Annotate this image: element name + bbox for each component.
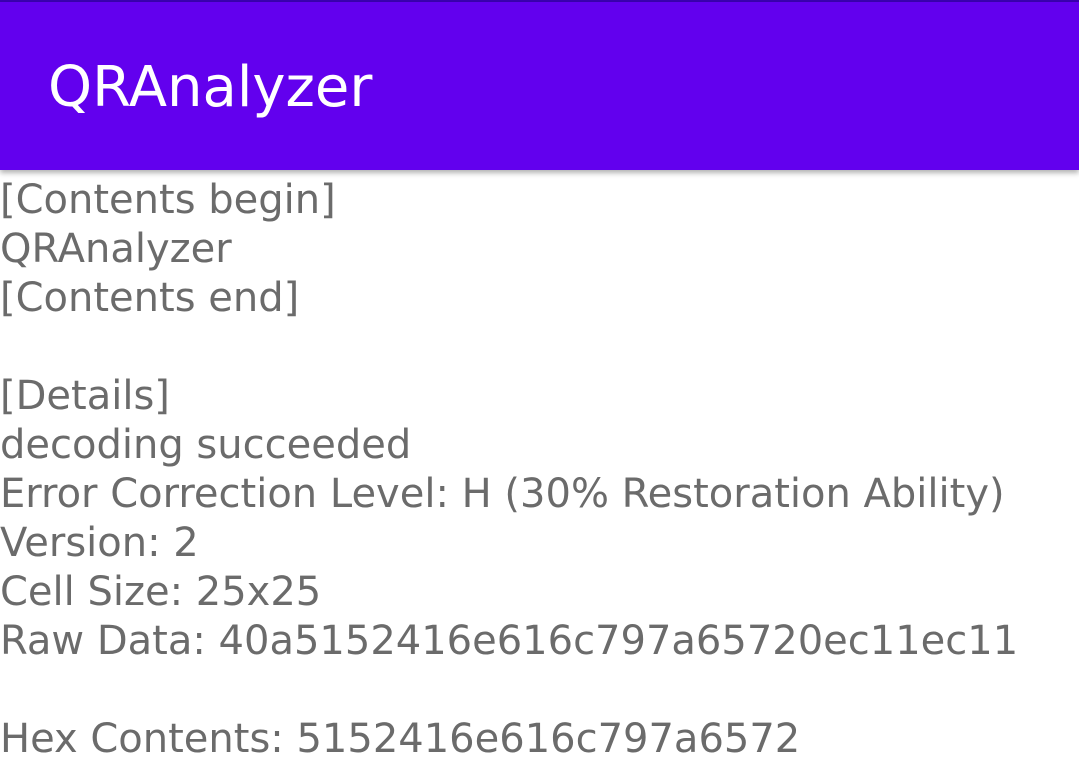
error-correction-level: Error Correction Level: H (30% Restorati… — [0, 471, 1005, 517]
raw-data: Raw Data: 40a5152416e616c797a65720ec11ec… — [0, 618, 1019, 664]
qr-version: Version: 2 — [0, 520, 199, 566]
app-title: QRAnalyzer — [48, 55, 373, 120]
contents-begin-label: [Contents begin] — [0, 177, 336, 223]
decoded-contents: QRAnalyzer — [0, 226, 232, 272]
details-header: [Details] — [0, 373, 170, 419]
decoding-status: decoding succeeded — [0, 422, 412, 468]
contents-end-label: [Contents end] — [0, 275, 300, 321]
app-bar: QRAnalyzer — [0, 2, 1079, 170]
hex-contents: Hex Contents: 5152416e616c797a6572 — [0, 716, 801, 762]
result-text-area: [Contents begin] QRAnalyzer [Contents en… — [0, 176, 1079, 764]
app-screen: QRAnalyzer [Contents begin] QRAnalyzer [… — [0, 0, 1079, 764]
cell-size: Cell Size: 25x25 — [0, 569, 322, 615]
